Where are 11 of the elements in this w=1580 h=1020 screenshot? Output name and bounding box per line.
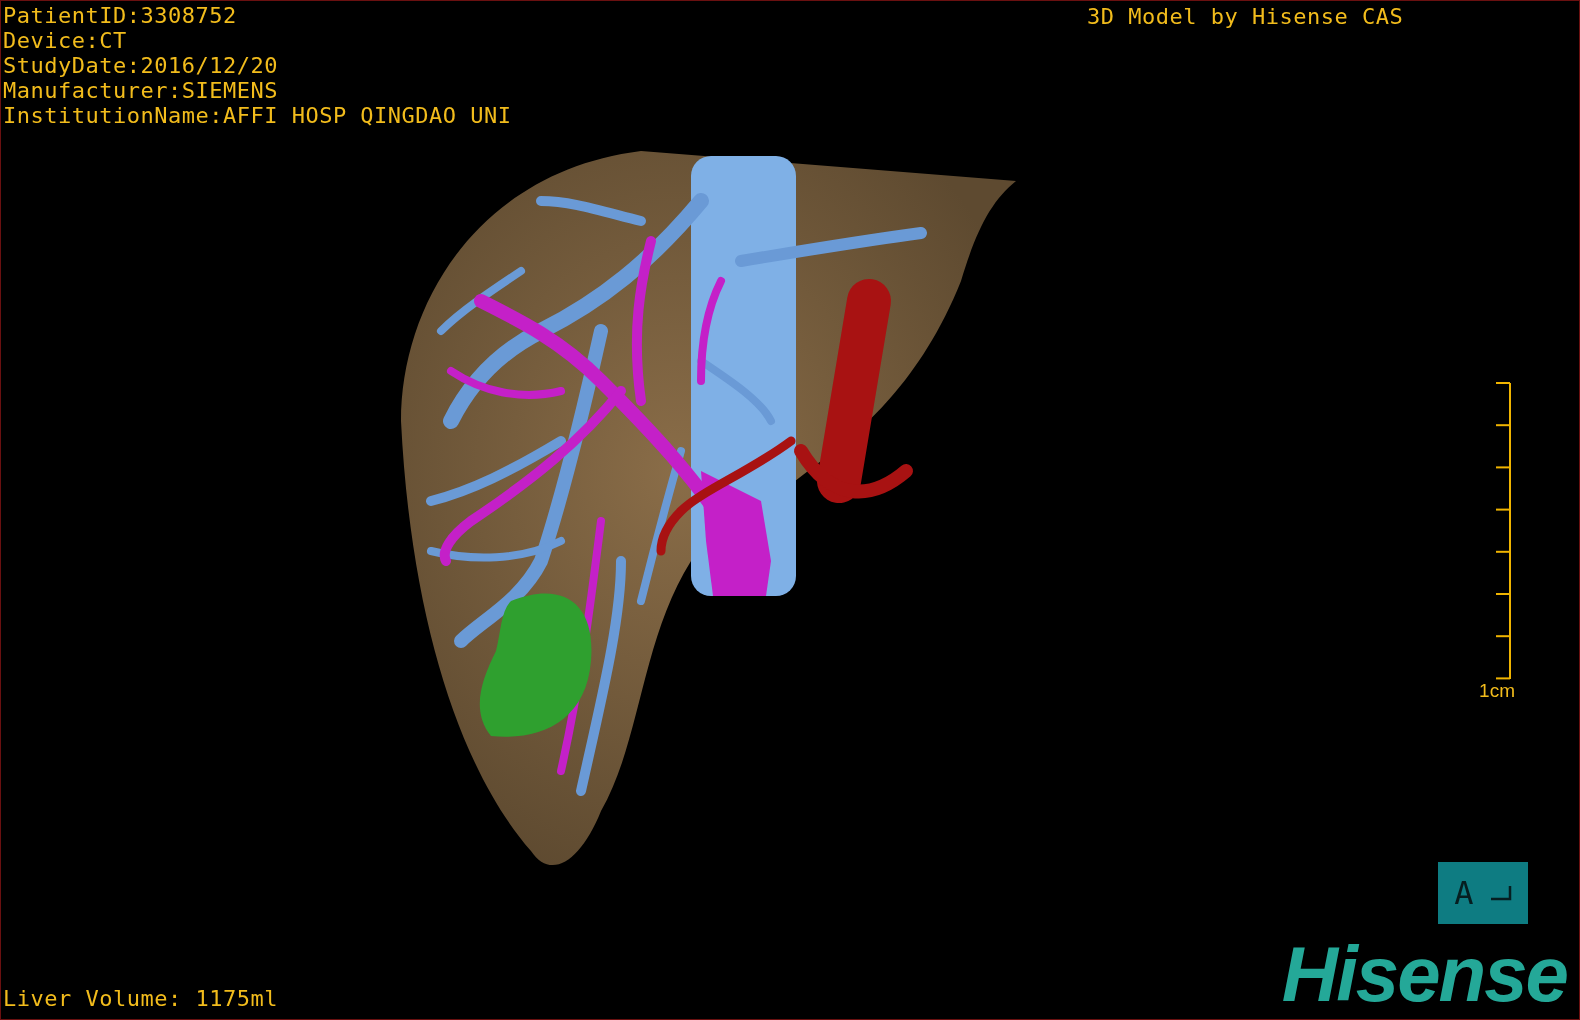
corner-icon [1489,885,1512,901]
patient-info-text: InstitutionName:AFFI HOSP QINGDAO UNI [3,103,512,128]
model-title: 3D Model by Hisense CAS [1087,4,1404,29]
liver-volume-text: Liver Volume: 1175ml [3,986,278,1011]
orientation-button[interactable]: A [1438,862,1528,924]
brand-logo: Hisense [1281,931,1568,1017]
patient-info-text: Device:CT [3,28,128,53]
patient-info-text: PatientID:3308752 [3,3,238,28]
patient-info-text: StudyDate:2016/12/20 [3,53,279,78]
scale-label: 1cm [1479,680,1515,702]
patient-info-text: Manufacturer:SIEMENS [3,78,279,103]
